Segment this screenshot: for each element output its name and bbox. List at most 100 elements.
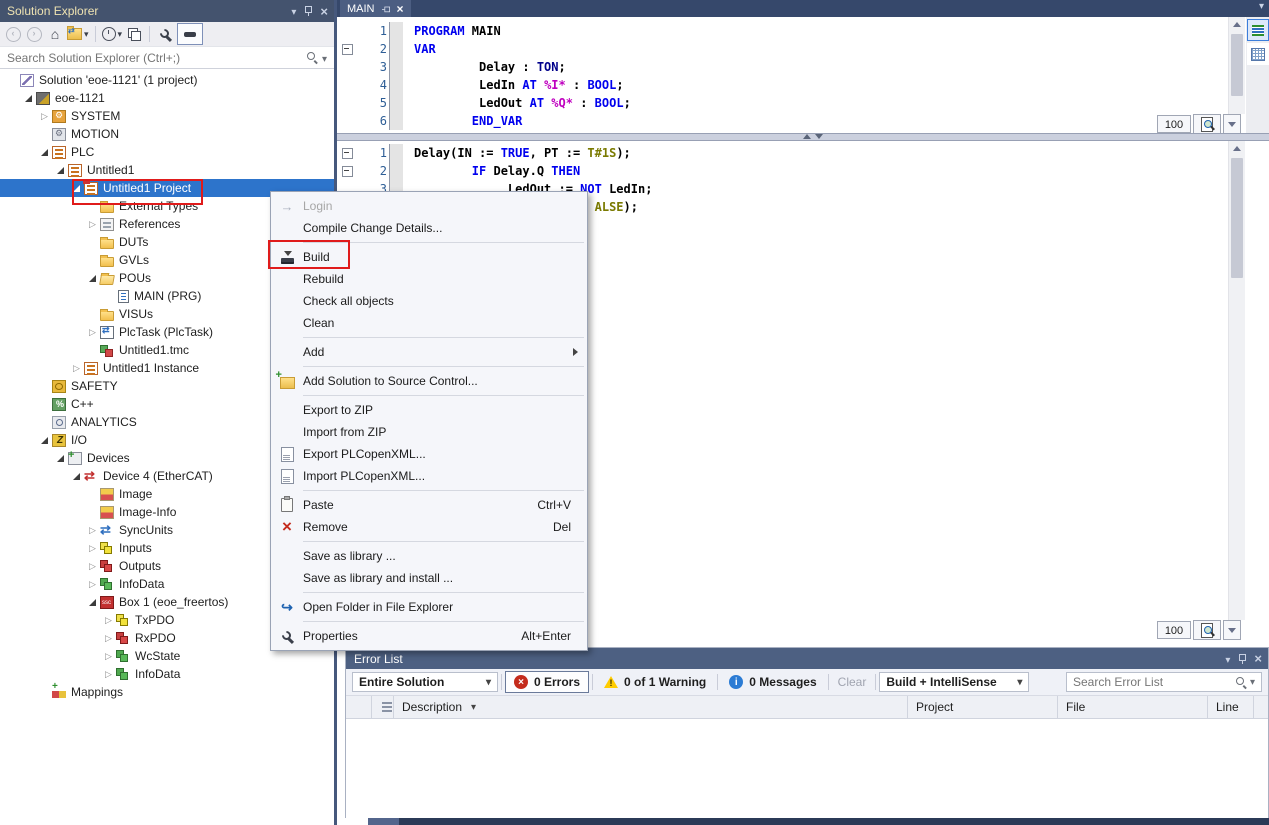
- collapsed-expander-icon[interactable]: [102, 633, 115, 644]
- messages-filter-button[interactable]: 0 Messages: [721, 672, 824, 692]
- expanded-expander-icon[interactable]: [70, 185, 83, 192]
- tree-item-mappings[interactable]: Mappings: [0, 683, 334, 701]
- pin-icon[interactable]: [304, 5, 312, 17]
- menu-item-export-to-zip[interactable]: Export to ZIP: [271, 399, 587, 421]
- search-icon[interactable]: [1235, 676, 1248, 689]
- forward-button[interactable]: ›: [25, 24, 43, 44]
- scroll-down-button[interactable]: [1223, 620, 1241, 640]
- menu-item-properties[interactable]: PropertiesAlt+Enter: [271, 625, 587, 647]
- code-line[interactable]: 4 LedIn AT %I* : BOOL;: [337, 76, 1269, 94]
- menu-item-import-plcopenxml[interactable]: Import PLCopenXML...: [271, 465, 587, 487]
- menu-item-export-plcopenxml[interactable]: Export PLCopenXML...: [271, 443, 587, 465]
- document-list-dropdown-icon[interactable]: [1259, 1, 1264, 12]
- window-position-icon[interactable]: [291, 4, 296, 18]
- code-line[interactable]: 1PROGRAM MAIN: [337, 22, 1269, 40]
- close-icon[interactable]: [320, 4, 328, 19]
- menu-item-open-folder-in-file-explorer[interactable]: Open Folder in File Explorer: [271, 596, 587, 618]
- collapse-box-icon[interactable]: [342, 148, 353, 159]
- error-list-search-box[interactable]: Search Error List: [1066, 672, 1262, 692]
- expanded-expander-icon[interactable]: [38, 437, 51, 444]
- severity-column-header[interactable]: [372, 696, 394, 718]
- menu-item-rebuild[interactable]: Rebuild: [271, 268, 587, 290]
- collapsed-expander-icon[interactable]: [38, 111, 51, 122]
- collapse-all-button[interactable]: [125, 24, 143, 44]
- search-icon[interactable]: [306, 51, 319, 64]
- expanded-expander-icon[interactable]: [38, 149, 51, 156]
- implementation-scrollbar[interactable]: [1228, 141, 1245, 620]
- menu-item-save-as-library-and-install[interactable]: Save as library and install ...: [271, 567, 587, 589]
- scroll-down-button[interactable]: [1223, 114, 1241, 134]
- tree-item-untitled1[interactable]: Untitled1: [0, 161, 334, 179]
- chevron-down-icon[interactable]: [1250, 677, 1255, 688]
- text-view-toggle[interactable]: [1247, 19, 1269, 41]
- collapsed-expander-icon[interactable]: [102, 615, 115, 626]
- window-position-icon[interactable]: [1225, 652, 1230, 666]
- home-button[interactable]: [46, 24, 64, 44]
- line-column-header[interactable]: Line: [1208, 696, 1254, 718]
- solution-search-box[interactable]: Search Solution Explorer (Ctrl+;): [0, 46, 334, 69]
- menu-item-add[interactable]: Add: [271, 341, 587, 363]
- collapsed-expander-icon[interactable]: [102, 651, 115, 662]
- menu-item-save-as-library[interactable]: Save as library ...: [271, 545, 587, 567]
- tree-item-eoe-1121[interactable]: eoe-1121: [0, 89, 334, 107]
- code-line[interactable]: 3 Delay : TON;: [337, 58, 1269, 76]
- collapsed-expander-icon[interactable]: [86, 579, 99, 590]
- expanded-expander-icon[interactable]: [22, 95, 35, 102]
- zoom-level-input[interactable]: 100: [1157, 621, 1191, 639]
- source-filter-dropdown[interactable]: Build + IntelliSense: [879, 672, 1029, 692]
- tree-item-infodata[interactable]: InfoData: [0, 665, 334, 683]
- code-line[interactable]: 6 END_VAR: [337, 112, 1269, 130]
- error-list-body[interactable]: [346, 719, 1268, 819]
- expanded-expander-icon[interactable]: [70, 473, 83, 480]
- chevron-down-icon[interactable]: [322, 51, 327, 65]
- scrollbar-thumb[interactable]: [1231, 158, 1243, 278]
- collapsed-expander-icon[interactable]: [86, 327, 99, 338]
- collapsed-expander-icon[interactable]: [86, 561, 99, 572]
- pending-changes-filter-button[interactable]: [102, 24, 123, 44]
- menu-item-clean[interactable]: Clean: [271, 312, 587, 334]
- expanded-expander-icon[interactable]: [86, 275, 99, 282]
- warnings-filter-button[interactable]: 0 of 1 Warning: [596, 672, 714, 692]
- filter-dropdown-icon[interactable]: [471, 702, 476, 713]
- menu-item-compile-change-details[interactable]: Compile Change Details...: [271, 217, 587, 239]
- declaration-scrollbar[interactable]: [1228, 17, 1245, 114]
- expanded-expander-icon[interactable]: [54, 167, 67, 174]
- scope-filter-dropdown[interactable]: Entire Solution: [352, 672, 498, 692]
- expanded-expander-icon[interactable]: [54, 455, 67, 462]
- tree-item-plc[interactable]: PLC: [0, 143, 334, 161]
- clear-button[interactable]: Clear: [832, 675, 873, 689]
- sync-with-active-document-button[interactable]: [67, 24, 89, 44]
- tab-main[interactable]: MAIN: [340, 0, 411, 17]
- pin-icon[interactable]: [1238, 653, 1246, 665]
- tree-item-system[interactable]: SYSTEM: [0, 107, 334, 125]
- editor-splitter[interactable]: [337, 133, 1269, 141]
- collapse-box-icon[interactable]: [342, 44, 353, 55]
- collapsed-expander-icon[interactable]: [102, 669, 115, 680]
- scroll-up-icon[interactable]: [1229, 17, 1245, 32]
- grid-view-toggle[interactable]: [1247, 43, 1269, 65]
- close-icon[interactable]: [1254, 651, 1262, 666]
- splitter-handle-icon[interactable]: [803, 134, 823, 139]
- zoom-button[interactable]: [1193, 620, 1221, 640]
- collapsed-expander-icon[interactable]: [70, 363, 83, 374]
- properties-button[interactable]: [156, 24, 174, 44]
- code-line[interactable]: 2VAR: [337, 40, 1269, 58]
- tree-item-solution-eoe-1121-1-project[interactable]: Solution 'eoe-1121' (1 project): [0, 71, 334, 89]
- project-column-header[interactable]: Project: [908, 696, 1058, 718]
- scroll-up-icon[interactable]: [1229, 141, 1245, 156]
- collapsed-expander-icon[interactable]: [86, 525, 99, 536]
- collapse-box-icon[interactable]: [342, 166, 353, 177]
- code-line[interactable]: 5 LedOut AT %Q* : BOOL;: [337, 94, 1269, 112]
- description-column-header[interactable]: Description: [394, 696, 908, 718]
- menu-item-paste[interactable]: PasteCtrl+V: [271, 494, 587, 516]
- declaration-editor-pane[interactable]: 1PROGRAM MAIN2VAR3 Delay : TON;4 LedIn A…: [337, 17, 1269, 133]
- collapsed-expander-icon[interactable]: [86, 543, 99, 554]
- menu-item-check-all-objects[interactable]: Check all objects: [271, 290, 587, 312]
- file-column-header[interactable]: File: [1058, 696, 1208, 718]
- menu-item-add-solution-to-source-control[interactable]: Add Solution to Source Control...: [271, 370, 587, 392]
- zoom-button[interactable]: [1193, 114, 1221, 134]
- collapsed-expander-icon[interactable]: [86, 219, 99, 230]
- menu-item-build[interactable]: Build: [271, 246, 587, 268]
- scrollbar-thumb[interactable]: [1231, 34, 1243, 96]
- zoom-level-input[interactable]: 100: [1157, 115, 1191, 133]
